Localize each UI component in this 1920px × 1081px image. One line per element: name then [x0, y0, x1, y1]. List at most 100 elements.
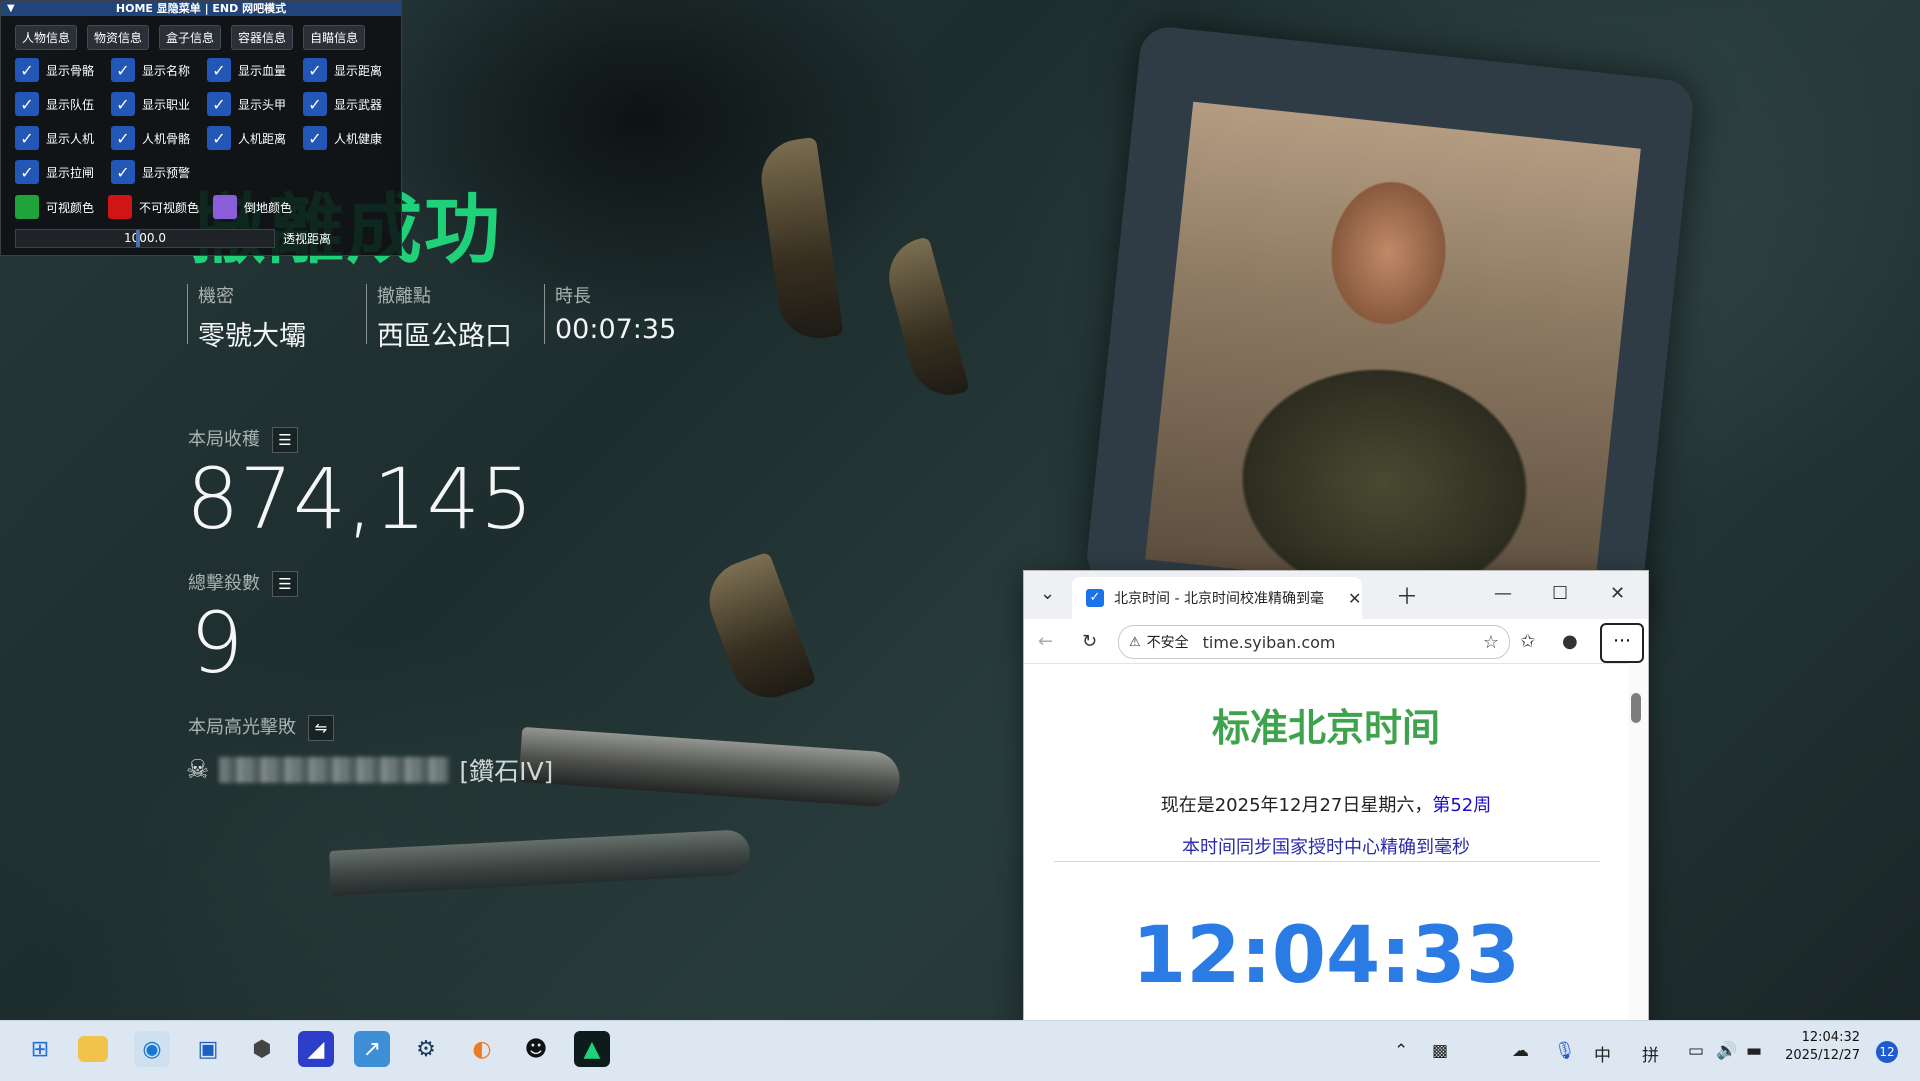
info-duration: 時長 00:07:35 [555, 282, 676, 345]
battery-icon[interactable]: ▬ [1746, 1041, 1762, 1061]
tab-item-info[interactable]: 物资信息 [87, 25, 150, 50]
cube-app-icon[interactable]: ⬢ [244, 1031, 280, 1067]
favorite-star-icon[interactable]: ☆ [1483, 632, 1499, 653]
option-grid: ✓ 显示骨骼 ✓ 显示名称 ✓ 显示血量 ✓ 显示距离 ✓ 显示队伍 ✓ 显示职业 ✓ 显示头… [15, 58, 399, 184]
close-tab-icon[interactable]: ✕ [1348, 589, 1361, 608]
tab-box-info[interactable]: 盒子信息 [159, 25, 222, 50]
volume-icon[interactable]: 🔊 [1716, 1041, 1737, 1061]
warning-icon[interactable]: ⚠ [1129, 635, 1141, 650]
minimize-icon[interactable]: — [1494, 583, 1512, 604]
start-windows-icon[interactable]: ⊞ [22, 1031, 58, 1067]
option-label: 显示预警 [142, 165, 191, 180]
color-label: 可视颜色 [46, 200, 95, 215]
steam-icon[interactable]: ⚙ [408, 1031, 444, 1067]
tab-aim-info[interactable]: 自瞄信息 [303, 25, 366, 50]
store-icon[interactable]: ▣ [190, 1031, 226, 1067]
close-window-icon[interactable]: ✕ [1610, 583, 1625, 604]
checkmark-icon[interactable]: ✓ [15, 126, 39, 150]
game-launcher-icon[interactable]: ◐ [464, 1031, 500, 1067]
checkmark-icon[interactable]: ✓ [207, 126, 231, 150]
more-options-button[interactable]: ⋯ [1600, 623, 1644, 663]
option-checkbox[interactable]: ✓ 显示人机 [15, 126, 111, 150]
checkmark-icon[interactable]: ✓ [303, 92, 327, 116]
operator-portrait [1145, 101, 1641, 607]
option-checkbox[interactable]: ✓ 人机健康 [303, 126, 399, 150]
qq-icon[interactable]: ☻ [518, 1031, 554, 1067]
checkmark-icon[interactable]: ✓ [111, 126, 135, 150]
option-checkbox[interactable]: ✓ 显示拉闸 [15, 160, 111, 184]
menu-title: HOME 显隐菜单 | END 网吧模式 [115, 2, 287, 15]
delta-force-icon[interactable]: ▲ [574, 1031, 610, 1067]
tab-container-info[interactable]: 容器信息 [231, 25, 294, 50]
checkmark-icon[interactable]: ✓ [303, 126, 327, 150]
cloud-offline-icon[interactable]: ☁ [1512, 1041, 1529, 1061]
edge-browser-icon[interactable]: ◉ [134, 1031, 170, 1067]
linear-app-icon[interactable]: ◢ [298, 1031, 334, 1067]
url-text[interactable]: time.syiban.com [1203, 633, 1336, 652]
checkmark-icon[interactable]: ✓ [15, 160, 39, 184]
back-arrow-icon[interactable]: ← [1038, 631, 1053, 652]
not-secure-label[interactable]: 不安全 [1147, 632, 1189, 652]
collapse-triangle-icon[interactable]: ▼ [7, 1, 15, 16]
sync-link[interactable]: 本时间同步国家授时中心精确到毫秒 [1024, 833, 1628, 859]
checkmark-icon[interactable]: ✓ [15, 58, 39, 82]
divider-line [1054, 861, 1600, 862]
tab-character-info[interactable]: 人物信息 [15, 25, 78, 50]
new-tab-icon[interactable]: ＋ [1396, 579, 1418, 611]
show-hidden-icons-chevron-icon[interactable]: ⌃ [1394, 1041, 1408, 1061]
checkmark-icon[interactable]: ✓ [111, 160, 135, 184]
checkmark-icon[interactable]: ✓ [111, 92, 135, 116]
option-checkbox[interactable]: ✓ 显示队伍 [15, 92, 111, 116]
profile-avatar-icon[interactable]: ● [1562, 631, 1578, 652]
checkmark-icon[interactable]: ✓ [111, 58, 135, 82]
maximize-icon[interactable]: ☐ [1552, 583, 1568, 604]
menu-title-bar[interactable]: ▼ HOME 显隐菜单 | END 网吧模式 [1, 1, 401, 16]
color-label: 倒地颜色 [244, 200, 293, 215]
info-label: 時長 [555, 286, 591, 307]
color-downed[interactable]: 倒地颜色 [213, 195, 292, 219]
color-invisible[interactable]: 不可视颜色 [108, 195, 199, 219]
notification-badge[interactable]: 12 [1876, 1041, 1898, 1063]
favorites-icon[interactable]: ✩ [1520, 631, 1535, 652]
option-checkbox[interactable]: ✓ 人机骨骼 [111, 126, 207, 150]
option-checkbox[interactable]: ✓ 显示血量 [207, 58, 303, 82]
option-checkbox[interactable]: ✓ 显示头甲 [207, 92, 303, 116]
highlight-player: ☠ [鑽石IV] [186, 752, 553, 788]
address-bar[interactable]: ⚠ 不安全 time.syiban.com ☆ [1118, 625, 1510, 659]
tab-list-chevron-icon[interactable]: ⌄ [1040, 583, 1055, 604]
checkmark-icon[interactable]: ✓ [303, 58, 327, 82]
option-checkbox[interactable]: ✓ 显示名称 [111, 58, 207, 82]
editor-app-icon[interactable]: ↗ [354, 1031, 390, 1067]
option-checkbox[interactable]: ✓ 显示职业 [111, 92, 207, 116]
microphone-icon[interactable]: 🎙 [1554, 1041, 1576, 1061]
list-icon[interactable]: ☰ [272, 571, 298, 597]
scrollbar-thumb[interactable] [1631, 693, 1641, 723]
clock-tray[interactable]: 12:04:32 2025/12/27 [1780, 1030, 1860, 1063]
option-checkbox[interactable]: ✓ 显示预警 [111, 160, 207, 184]
tray-app-icon[interactable]: ▩ [1432, 1041, 1448, 1061]
color-swatch[interactable] [213, 195, 238, 219]
refresh-icon[interactable]: ↻ [1082, 631, 1097, 652]
color-visible[interactable]: 可视颜色 [15, 195, 94, 219]
network-icon[interactable]: ▭ [1688, 1041, 1704, 1061]
highlight-label-row: 本局高光擊敗 ⇋ [188, 713, 334, 741]
color-swatch[interactable] [15, 195, 39, 219]
kills-label: 總擊殺數 [188, 573, 260, 594]
swap-icon[interactable]: ⇋ [308, 715, 334, 741]
color-swatch[interactable] [108, 195, 133, 219]
checkmark-icon[interactable]: ✓ [207, 92, 231, 116]
checkmark-icon[interactable]: ✓ [207, 58, 231, 82]
slider-handle[interactable] [136, 230, 140, 247]
option-checkbox[interactable]: ✓ 显示武器 [303, 92, 399, 116]
week-link[interactable]: 第52周 [1432, 795, 1491, 816]
option-checkbox[interactable]: ✓ 显示骨骼 [15, 58, 111, 82]
option-checkbox[interactable]: ✓ 显示距离 [303, 58, 399, 82]
file-explorer-icon[interactable] [78, 1036, 108, 1062]
esp-distance-slider[interactable]: 1000.0 [15, 229, 275, 248]
option-checkbox[interactable]: ✓ 人机距离 [207, 126, 303, 150]
browser-tab[interactable]: ✓ 北京时间 - 北京时间校准精确到毫 ✕ [1072, 577, 1362, 619]
checkmark-icon[interactable]: ✓ [15, 92, 39, 116]
ime-language[interactable]: 中 [1594, 1041, 1611, 1066]
ime-mode[interactable]: 拼 [1642, 1041, 1659, 1066]
slider-value: 1000.0 [124, 231, 166, 245]
